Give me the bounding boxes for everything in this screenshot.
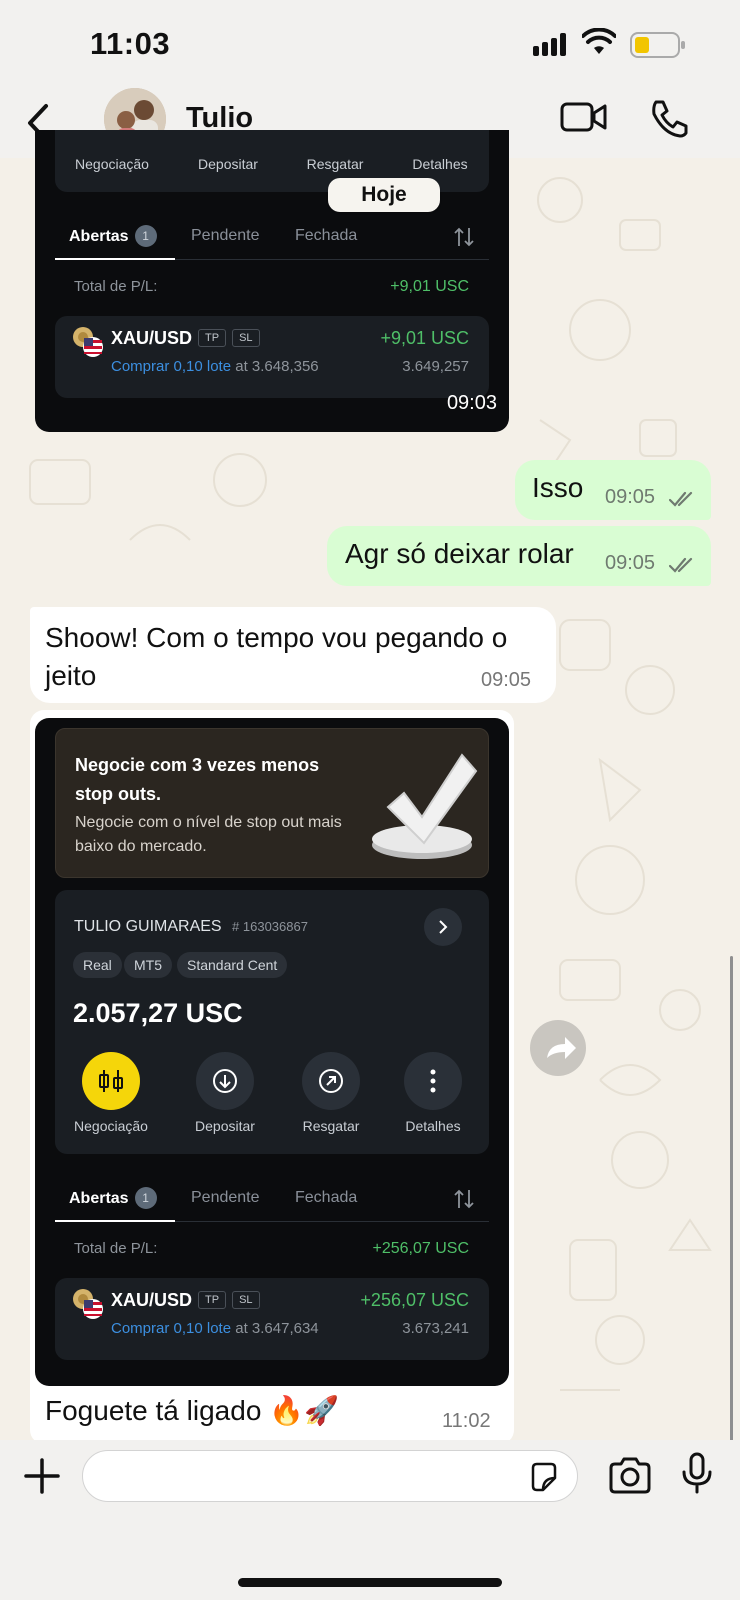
tab-open[interactable]: Abertas 1 [69,1187,157,1209]
xau-usd-flag-icon [73,1289,103,1319]
action-label-trade: Negociação [74,1118,148,1134]
position-detail: Comprar 0,10 lote at 3.648,356 [111,358,319,375]
deposit-button[interactable] [196,1052,254,1110]
tp-tag: TP [198,1291,227,1309]
position-pl: +256,07 USC [360,1290,469,1310]
status-bar: 11:03 [0,0,740,88]
forward-button[interactable] [530,1020,586,1076]
active-tab-indicator [55,1220,175,1222]
plus-icon[interactable] [22,1456,62,1496]
voice-call-icon[interactable] [648,98,688,138]
active-tab-indicator [55,258,175,260]
message-time: 11:02 [442,1410,491,1432]
sticker-icon[interactable] [527,1460,561,1494]
camera-icon[interactable] [608,1456,652,1496]
wifi-icon [582,28,616,54]
date-chip: Hoje [328,178,440,212]
double-check-icon [669,557,693,573]
double-check-icon [669,491,693,507]
tp-tag: TP [198,329,227,347]
status-time: 11:03 [90,26,171,61]
sl-tag: SL [232,329,260,347]
message-time: 09:05 [605,486,656,508]
screenshot-card-1[interactable]: Negociação Depositar Resgatar Detalhes A… [35,130,509,432]
tab-pending[interactable]: Pendente [191,227,260,245]
open-count-badge: 1 [134,1187,157,1209]
screenshot-card-2[interactable]: Negocie com 3 vezes menos stop outs. Neg… [35,718,509,1386]
message-text: Agr só deixar rolar [345,538,574,569]
message-time: 09:03 [446,392,497,414]
action-label-withdraw: Resgatar [302,1118,360,1134]
action-label-deposit: Depositar [198,156,258,172]
account-balance: 2.057,27 USC [73,998,243,1028]
xau-usd-flag-icon [73,327,103,357]
position-current-price: 3.649,257 [402,358,469,375]
message-time: 09:05 [605,552,656,574]
account-chip: Standard Cent [177,952,288,978]
tab-pending[interactable]: Pendente [191,1189,260,1207]
home-indicator [238,1578,502,1587]
account-chevron-button[interactable] [424,908,462,946]
action-label-trade: Negociação [75,156,149,172]
action-label-details: Detalhes [412,156,468,172]
message-time: 09:05 [481,669,532,691]
upload-circle-icon [319,1069,343,1093]
message-text: Shoow! Com o tempo vou pegando o jeito [45,622,508,691]
position-pl: +9,01 USC [380,328,469,348]
incoming-message[interactable]: Shoow! Com o tempo vou pegando o jeito 0… [30,607,556,703]
tab-closed[interactable]: Fechada [295,1189,357,1207]
checkmark-trophy-icon [372,753,478,859]
position-side: Comprar 0,10 lote [111,1320,232,1337]
scrollbar[interactable] [730,956,733,1456]
action-label-withdraw: Resgatar [306,156,364,172]
details-button[interactable] [404,1052,462,1110]
sort-icon[interactable] [453,1188,475,1210]
position-detail: Comprar 0,10 lote at 3.647,634 [111,1320,319,1337]
cellular-signal-icon [533,33,566,56]
account-number: # 163036867 [232,919,308,934]
open-count-badge: 1 [134,225,157,247]
forward-arrow-icon [547,1037,576,1059]
message-input[interactable] [82,1450,578,1502]
tab-open[interactable]: Abertas 1 [69,225,157,247]
image-caption: Foguete tá ligado 🔥🚀 [45,1395,339,1426]
outgoing-message[interactable]: Isso 09:05 [515,460,711,520]
account-name: TULIO GUIMARAES # 163036867 [74,918,308,935]
total-pl-value: +9,01 USC [390,278,469,295]
position-open-price: at 3.647,634 [235,1320,319,1337]
total-pl-label: Total de P/L: [74,1240,158,1257]
promo-banner[interactable]: Negocie com 3 vezes menos stop outs. Neg… [55,728,489,878]
chevron-right-icon [439,920,448,934]
outgoing-message[interactable]: Agr só deixar rolar 09:05 [327,526,711,586]
sl-tag: SL [232,1291,260,1309]
position-symbol: XAU/USD TP SL [111,1290,260,1311]
total-pl-value: +256,07 USC [372,1240,469,1257]
more-vertical-icon [430,1069,436,1093]
download-circle-icon [213,1069,237,1093]
trade-button[interactable] [82,1052,140,1110]
microphone-icon[interactable] [680,1452,714,1496]
video-call-icon[interactable] [560,100,608,136]
position-current-price: 3.673,241 [402,1320,469,1337]
candlestick-icon [99,1070,123,1092]
battery-icon [630,32,685,58]
position-symbol: XAU/USD TP SL [111,328,260,349]
message-text: Isso [532,472,584,503]
position-open-price: at 3.648,356 [235,358,319,375]
account-chip: Real [73,952,122,978]
tab-closed[interactable]: Fechada [295,227,357,245]
position-side: Comprar 0,10 lote [111,358,232,375]
promo-body: Negocie com o nível de stop out mais bai… [75,814,342,855]
composer-bar [0,1440,740,1600]
action-label-deposit: Depositar [195,1118,255,1134]
total-pl-label: Total de P/L: [74,278,158,295]
promo-title: Negocie com 3 vezes menos stop outs. [75,755,320,804]
withdraw-button[interactable] [302,1052,360,1110]
sort-icon[interactable] [453,226,475,248]
account-chip: MT5 [124,952,172,978]
action-label-details: Detalhes [405,1118,461,1134]
